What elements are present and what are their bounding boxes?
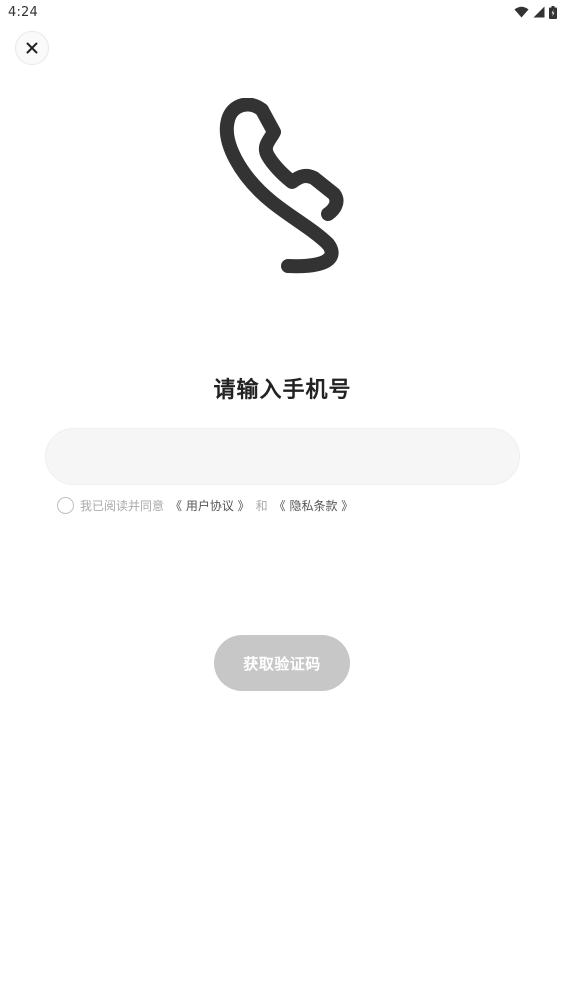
agreement-checkbox[interactable] — [57, 497, 74, 514]
phone-number-input[interactable] — [46, 429, 519, 484]
agreement-prefix: 我已阅读并同意 — [80, 499, 165, 513]
user-agreement-link[interactable]: 《 用户协议 》 — [170, 497, 250, 514]
status-icons — [514, 5, 557, 19]
status-time: 4:24 — [8, 4, 38, 20]
wifi-icon — [514, 6, 529, 18]
privacy-policy-link[interactable]: 《 隐私条款 》 — [274, 497, 354, 514]
close-icon — [26, 42, 38, 54]
close-button[interactable] — [15, 31, 49, 65]
agreement-row: 我已阅读并同意 《 用户协议 》 和 《 隐私条款 》 — [57, 497, 353, 514]
get-verification-code-button[interactable]: 获取验证码 — [214, 635, 350, 691]
page-title: 请输入手机号 — [213, 378, 352, 403]
battery-icon — [549, 5, 557, 19]
agreement-connector: 和 — [255, 499, 268, 513]
phone-handset-icon — [219, 98, 344, 274]
status-bar: 4:24 — [0, 0, 565, 24]
phone-input-container — [45, 428, 520, 485]
cellular-signal-icon — [533, 6, 545, 18]
